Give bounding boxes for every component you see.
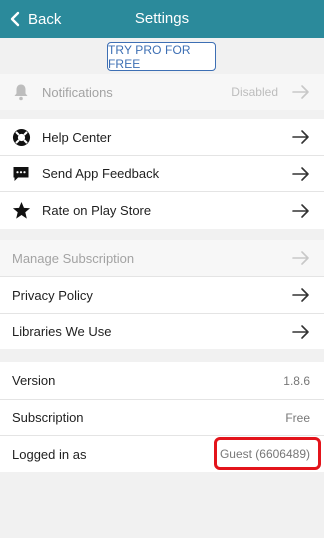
settings-row-libraries[interactable]: Libraries We Use <box>0 314 324 349</box>
settings-row-rate-play-store[interactable]: Rate on Play Store <box>0 192 324 229</box>
version-label: Version <box>12 373 56 388</box>
arrow-right-icon <box>292 166 309 181</box>
send-feedback-label: Send App Feedback <box>42 166 160 181</box>
notifications-status: Disabled <box>231 85 278 99</box>
arrow-right-icon <box>292 85 309 99</box>
try-pro-button[interactable]: TRY PRO FOR FREE <box>107 42 216 71</box>
arrow-right-icon <box>292 203 309 218</box>
help-lifebuoy-icon <box>11 127 31 147</box>
info-row-version: Version 1.8.6 <box>0 362 324 399</box>
subscription-label: Subscription <box>12 410 84 425</box>
privacy-policy-label: Privacy Policy <box>12 287 93 303</box>
manage-subscription-label: Manage Subscription <box>12 250 135 266</box>
help-center-label: Help Center <box>42 129 112 145</box>
back-button[interactable]: Back <box>4 0 61 38</box>
settings-row-help-center[interactable]: Help Center <box>0 119 324 155</box>
promo-area: TRY PRO FOR FREE <box>0 38 324 74</box>
chevron-left-icon <box>10 11 20 27</box>
star-icon <box>11 201 31 221</box>
back-label: Back <box>28 10 62 28</box>
arrow-right-icon <box>292 251 309 265</box>
settings-row-notifications[interactable]: Notifications Disabled <box>0 74 324 110</box>
libraries-label: Libraries We Use <box>12 324 112 339</box>
logged-in-label: Logged in as <box>12 446 87 462</box>
settings-row-manage-subscription[interactable]: Manage Subscription <box>0 240 324 276</box>
arrow-right-icon <box>292 324 309 339</box>
subscription-value: Free <box>285 410 310 425</box>
info-row-subscription: Subscription Free <box>0 400 324 435</box>
app-header: Back Settings <box>0 0 324 38</box>
highlight-box <box>214 437 321 470</box>
chat-icon <box>11 164 31 184</box>
notifications-label: Notifications <box>42 84 113 100</box>
rate-play-store-label: Rate on Play Store <box>42 203 152 218</box>
version-value: 1.8.6 <box>283 373 310 388</box>
settings-row-privacy-policy[interactable]: Privacy Policy <box>0 277 324 313</box>
arrow-right-icon <box>292 288 309 302</box>
bell-icon <box>11 82 31 102</box>
arrow-right-icon <box>292 130 309 144</box>
settings-row-send-feedback[interactable]: Send App Feedback <box>0 156 324 191</box>
